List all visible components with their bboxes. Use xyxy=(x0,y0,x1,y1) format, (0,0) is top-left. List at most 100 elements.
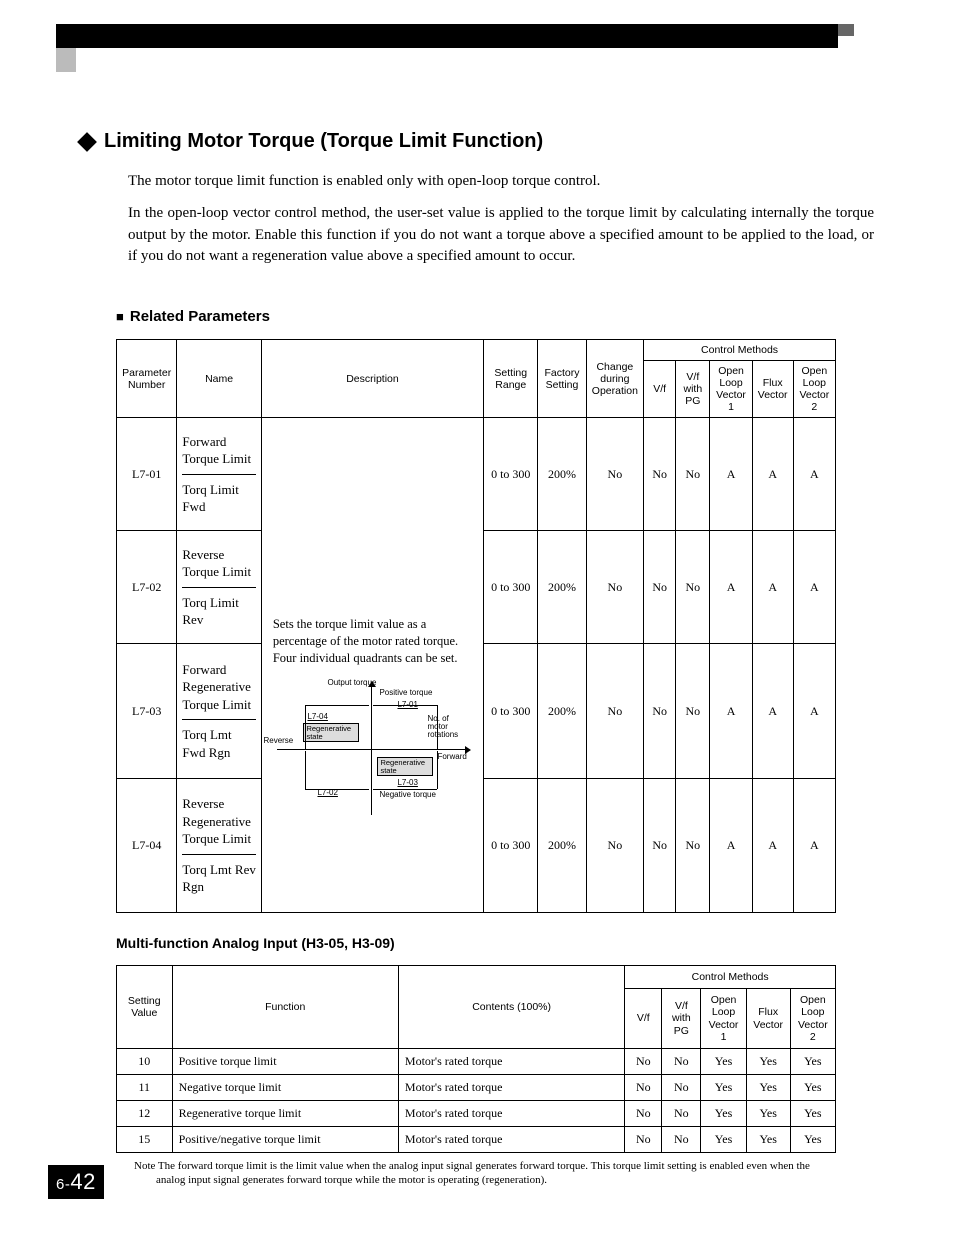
param-name-sub: Torq Limit Rev xyxy=(182,587,255,629)
cell-factory: 200% xyxy=(538,778,586,913)
cell-cm: No xyxy=(625,1048,662,1074)
cell-cm: A xyxy=(752,531,793,644)
parameter-table: Parameter Number Name Description Settin… xyxy=(116,339,836,913)
param-no: L7-04 xyxy=(117,778,177,913)
mf-col-cm-2: Open Loop Vector 1 xyxy=(701,989,746,1048)
param-name: Forward Torque Limit Torq Limit Fwd xyxy=(177,418,261,531)
mf-val: 15 xyxy=(117,1126,173,1152)
cell-range: 0 to 300 xyxy=(484,778,538,913)
mf-val: 10 xyxy=(117,1048,173,1074)
intro-paragraph-1: The motor torque limit function is enabl… xyxy=(128,171,874,193)
col-cm-1: V/f with PG xyxy=(676,361,710,418)
cell-cm: No xyxy=(676,418,710,531)
mf-col-contents: Contents (100%) xyxy=(398,966,624,1048)
footnote: Note The forward torque limit is the lim… xyxy=(134,1159,834,1189)
mf-func: Positive/negative torque limit xyxy=(172,1126,398,1152)
table-row: 15 Positive/negative torque limit Motor'… xyxy=(117,1126,836,1152)
diamond-icon xyxy=(77,132,97,152)
cell-range: 0 to 300 xyxy=(484,644,538,779)
diagram-label-l7-02: L7-02 xyxy=(317,789,337,797)
cell-cm: Yes xyxy=(790,1100,835,1126)
mf-col-cm-0: V/f xyxy=(625,989,662,1048)
cell-cm: Yes xyxy=(701,1100,746,1126)
cell-cm: Yes xyxy=(790,1074,835,1100)
related-heading-text: Related Parameters xyxy=(130,308,270,325)
page-number-box: 6-42 xyxy=(48,1165,104,1199)
diagram-box-regen: Regenerative state xyxy=(377,757,433,777)
description-cell: Sets the torque limit value as a percent… xyxy=(261,418,483,913)
cell-cm: A xyxy=(710,418,752,531)
cell-cm: A xyxy=(710,778,752,913)
param-name-main: Reverse Regenerative Torque Limit xyxy=(182,795,255,848)
param-name-sub: Torq Lmt Fwd Rgn xyxy=(182,719,255,761)
param-name: Reverse Torque Limit Torq Limit Rev xyxy=(177,531,261,644)
mf-col-function: Function xyxy=(172,966,398,1048)
diagram-label: Output torque xyxy=(327,679,376,687)
table-row: 10 Positive torque limit Motor's rated t… xyxy=(117,1048,836,1074)
mf-func: Regenerative torque limit xyxy=(172,1100,398,1126)
diagram-label: Positive torque xyxy=(379,689,432,697)
param-name: Reverse Regenerative Torque Limit Torq L… xyxy=(177,778,261,913)
cell-cm: No xyxy=(625,1126,662,1152)
cell-cm: No xyxy=(676,531,710,644)
page-number: 42 xyxy=(70,1169,95,1194)
cell-cm: A xyxy=(752,418,793,531)
col-control-methods: Control Methods xyxy=(644,340,836,361)
cell-cm: No xyxy=(644,531,676,644)
chapter-prefix: 6- xyxy=(56,1176,70,1193)
param-no: L7-01 xyxy=(117,418,177,531)
cell-cm: No xyxy=(676,778,710,913)
related-parameters-heading: ■ Related Parameters xyxy=(116,308,874,325)
col-cm-0: V/f xyxy=(644,361,676,418)
cell-cm: No xyxy=(662,1100,701,1126)
mf-col-cm-4: Open Loop Vector 2 xyxy=(790,989,835,1048)
mf-val: 11 xyxy=(117,1074,173,1100)
cell-change: No xyxy=(586,531,643,644)
cell-factory: 200% xyxy=(538,531,586,644)
cell-cm: No xyxy=(625,1100,662,1126)
mf-col-setting-value: Setting Value xyxy=(117,966,173,1048)
description-text: Sets the torque limit value as a percent… xyxy=(267,616,478,675)
col-cm-4: Open Loop Vector 2 xyxy=(793,361,835,418)
cell-cm: No xyxy=(676,644,710,779)
mf-val: 12 xyxy=(117,1100,173,1126)
mf-func: Positive torque limit xyxy=(172,1048,398,1074)
param-name-sub: Torq Lmt Rev Rgn xyxy=(182,854,255,896)
col-setting-range: Setting Range xyxy=(484,340,538,418)
col-cm-3: Flux Vector xyxy=(752,361,793,418)
diagram-box-regen: Regenerative state xyxy=(303,723,359,743)
cell-cm: Yes xyxy=(701,1126,746,1152)
mf-contents: Motor's rated torque xyxy=(398,1126,624,1152)
mf-contents: Motor's rated torque xyxy=(398,1048,624,1074)
cell-cm: Yes xyxy=(746,1100,790,1126)
header-rule xyxy=(56,24,838,48)
param-no: L7-02 xyxy=(117,531,177,644)
cell-range: 0 to 300 xyxy=(484,418,538,531)
section-heading-row: Limiting Motor Torque (Torque Limit Func… xyxy=(80,130,874,153)
mf-col-cm-3: Flux Vector xyxy=(746,989,790,1048)
cell-cm: A xyxy=(710,531,752,644)
diagram-label-l7-03: L7-03 xyxy=(397,779,417,787)
cell-cm: No xyxy=(662,1074,701,1100)
cell-cm: Yes xyxy=(701,1048,746,1074)
cell-cm: A xyxy=(752,778,793,913)
cell-cm: Yes xyxy=(746,1126,790,1152)
col-change: Change during Operation xyxy=(586,340,643,418)
cell-cm: No xyxy=(662,1048,701,1074)
cell-change: No xyxy=(586,644,643,779)
header-tab xyxy=(56,48,76,72)
mf-analog-table: Setting Value Function Contents (100%) C… xyxy=(116,965,836,1152)
param-name-main: Forward Torque Limit xyxy=(182,433,255,468)
mf-analog-heading: Multi-function Analog Input (H3-05, H3-0… xyxy=(116,935,874,951)
mf-contents: Motor's rated torque xyxy=(398,1074,624,1100)
cell-cm: No xyxy=(644,644,676,779)
table-row: 11 Negative torque limit Motor's rated t… xyxy=(117,1074,836,1100)
cell-factory: 200% xyxy=(538,644,586,779)
col-name: Name xyxy=(177,340,261,418)
cell-cm: A xyxy=(793,778,835,913)
table-row: L7-01 Forward Torque Limit Torq Limit Fw… xyxy=(117,418,836,531)
mf-contents: Motor's rated torque xyxy=(398,1100,624,1126)
cell-cm: No xyxy=(625,1074,662,1100)
diagram-label: No. of motor rotations xyxy=(427,715,467,740)
diagram-label: Negative torque xyxy=(379,791,435,799)
